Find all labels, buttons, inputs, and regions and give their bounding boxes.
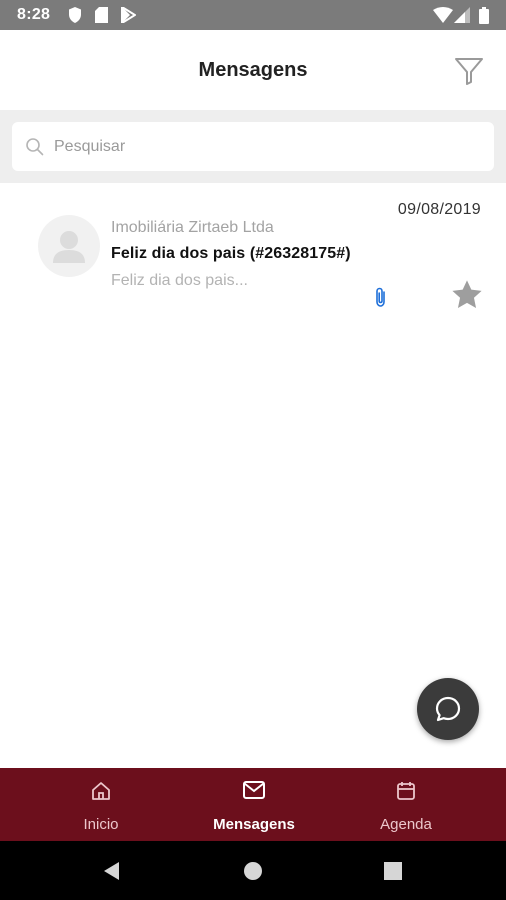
bottom-navigation: Inicio Mensagens Agenda [0, 768, 506, 841]
message-date: 09/08/2019 [397, 201, 481, 218]
message-subject: Feliz dia dos pais (#26328175#) [111, 245, 351, 262]
new-chat-button[interactable] [417, 678, 479, 740]
status-bar: 8:28 [0, 0, 506, 30]
nav-label-inicio: Inicio [83, 816, 119, 833]
system-navigation-bar [0, 841, 506, 900]
wifi-icon [433, 7, 453, 23]
message-list-item[interactable]: Imobiliária Zirtaeb Ltda Feliz dia dos p… [0, 183, 506, 318]
nav-item-inicio[interactable]: Inicio [17, 768, 185, 841]
status-time: 8:28 [17, 6, 51, 23]
message-sender: Imobiliária Zirtaeb Ltda [111, 219, 274, 236]
shield-icon [69, 7, 81, 23]
play-store-icon [121, 7, 136, 23]
search-input[interactable]: Pesquisar [12, 122, 494, 171]
star-icon[interactable] [450, 279, 484, 311]
home-icon [92, 782, 110, 800]
signal-icon [454, 7, 470, 23]
search-bar-container: Pesquisar [0, 110, 506, 183]
search-icon [26, 138, 44, 156]
nav-label-mensagens: Mensagens [213, 816, 295, 833]
search-placeholder: Pesquisar [54, 138, 126, 155]
nav-label-agenda: Agenda [380, 816, 432, 833]
person-icon [53, 231, 85, 263]
avatar [38, 215, 100, 277]
calendar-icon [397, 782, 415, 800]
nav-item-mensagens[interactable]: Mensagens [170, 768, 338, 841]
filter-icon[interactable] [453, 55, 485, 87]
home-button-icon[interactable] [243, 861, 263, 881]
chat-bubble-icon [435, 696, 461, 722]
message-preview: Feliz dia dos pais... [111, 272, 248, 289]
page-title: Mensagens [198, 59, 308, 81]
nav-item-agenda[interactable]: Agenda [322, 768, 490, 841]
recents-icon[interactable] [384, 862, 402, 880]
app-bar: Mensagens [0, 30, 506, 110]
battery-icon [479, 7, 489, 24]
attachment-icon [376, 287, 385, 307]
back-icon[interactable] [101, 860, 123, 882]
mail-icon [243, 781, 265, 799]
sd-card-icon [95, 7, 108, 23]
